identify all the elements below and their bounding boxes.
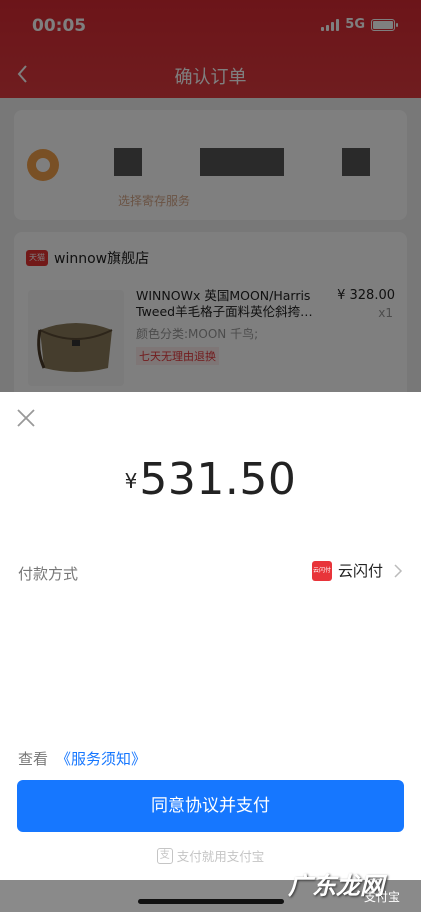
payment-method-label: 付款方式 <box>18 565 79 583</box>
currency-symbol: ¥ <box>124 469 138 493</box>
terms-prefix: 查看 <box>18 750 49 768</box>
payment-sheet: ¥531.50 付款方式 云闪付 云闪付 查看 《服务须知》 同意协议并支付 支 … <box>0 392 421 880</box>
agree-and-pay-button[interactable]: 同意协议并支付 <box>17 780 404 832</box>
alipay-footer: 支 支付就用支付宝 <box>0 846 421 865</box>
payment-method-selector[interactable]: 云闪付 云闪付 <box>311 560 403 581</box>
close-icon[interactable] <box>16 408 36 428</box>
alipay-icon: 支 <box>156 847 173 864</box>
home-indicator[interactable] <box>138 899 284 904</box>
service-terms-link[interactable]: 《服务须知》 <box>56 750 146 768</box>
payment-amount: ¥531.50 <box>0 454 421 505</box>
chevron-right-icon <box>394 563 403 578</box>
watermark-sub: 支付宝 <box>364 890 401 904</box>
terms-row: 查看 《服务须知》 <box>18 748 146 769</box>
alipay-slogan: 支付就用支付宝 <box>176 849 265 864</box>
payment-method-name: 云闪付 <box>337 562 383 580</box>
unionpay-icon: 云闪付 <box>311 560 332 581</box>
amount-value: 531.50 <box>139 454 297 505</box>
